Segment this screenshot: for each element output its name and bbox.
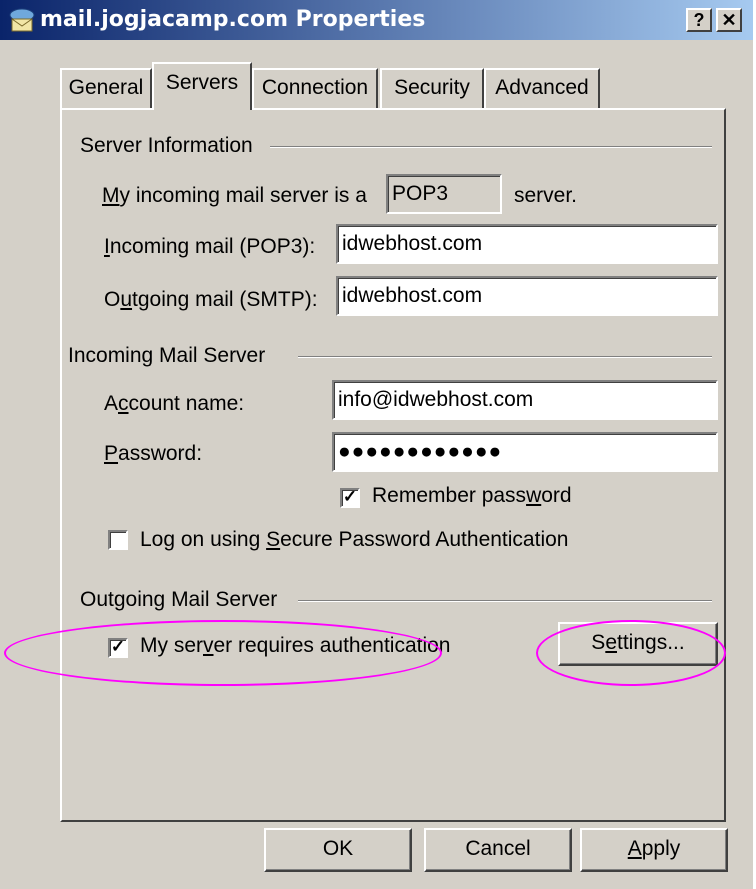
apply-button[interactable]: Apply xyxy=(580,828,728,872)
ok-button[interactable]: OK xyxy=(264,828,412,872)
incoming-mail-server-label: Incoming Mail Server xyxy=(68,344,266,367)
tab-servers[interactable]: Servers xyxy=(152,62,252,110)
group-divider xyxy=(298,600,712,602)
highlight-ellipse-auth xyxy=(4,620,442,686)
incoming-mail-label: Incoming mail (POP3): xyxy=(104,235,316,258)
help-button[interactable]: ? xyxy=(686,8,712,32)
incoming-mail-input[interactable]: idwebhost.com xyxy=(336,224,718,264)
outgoing-mail-label: Outgoing mail (SMTP): xyxy=(104,288,318,311)
title-bar[interactable]: mail.jogjacamp.com Properties ? ✕ xyxy=(0,0,753,40)
tab-advanced[interactable]: Advanced xyxy=(484,68,600,108)
remember-password-checkbox[interactable]: ✓ xyxy=(340,488,360,508)
mail-account-icon xyxy=(9,8,35,32)
group-divider xyxy=(270,146,712,148)
properties-dialog: mail.jogjacamp.com Properties ? ✕ Genera… xyxy=(0,0,753,889)
account-name-input[interactable]: info@idwebhost.com xyxy=(332,380,718,420)
tab-security[interactable]: Security xyxy=(380,68,484,108)
close-button[interactable]: ✕ xyxy=(716,8,742,32)
remember-password-label: Remember password xyxy=(372,484,572,507)
server-information-label: Server Information xyxy=(80,134,253,157)
outgoing-mail-server-label: Outgoing Mail Server xyxy=(80,588,278,611)
highlight-ellipse-settings xyxy=(536,620,726,686)
group-divider xyxy=(298,356,712,358)
outgoing-mail-input[interactable]: idwebhost.com xyxy=(336,276,718,316)
password-input[interactable]: ●●●●●●●●●●●● xyxy=(332,432,718,472)
password-label: Password: xyxy=(104,442,203,465)
spa-checkbox[interactable] xyxy=(108,530,128,550)
server-type-field: POP3 xyxy=(386,174,502,214)
server-type-suffix: server. xyxy=(514,184,578,207)
spa-label: Log on using Secure Password Authenticat… xyxy=(140,528,569,551)
window-title: mail.jogjacamp.com Properties xyxy=(40,7,426,32)
account-name-label: Account name: xyxy=(104,392,245,415)
tab-general[interactable]: General xyxy=(60,68,152,108)
incoming-server-type-label: My incoming mail server is a xyxy=(102,184,367,207)
servers-tab-panel: Server Information My incoming mail serv… xyxy=(60,108,726,822)
tab-connection[interactable]: Connection xyxy=(252,68,378,108)
cancel-button[interactable]: Cancel xyxy=(424,828,572,872)
